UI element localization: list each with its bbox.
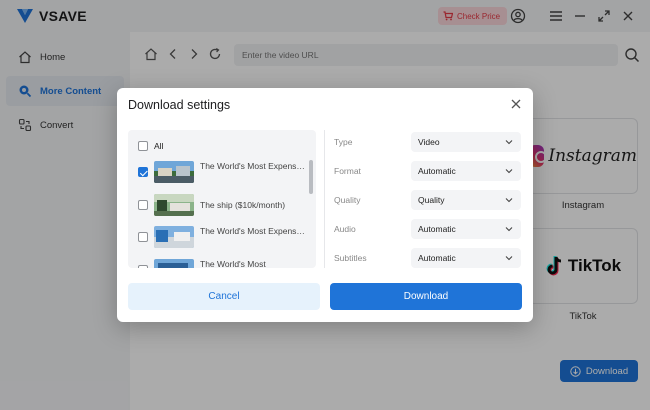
video-thumbnail — [154, 194, 194, 216]
subtitles-select[interactable]: Automatic — [411, 248, 521, 268]
video-title: The ship ($10k/month) — [200, 200, 286, 210]
panel-divider — [324, 130, 325, 268]
video-checkbox-3[interactable] — [138, 232, 148, 242]
list-scrollbar[interactable] — [309, 160, 313, 194]
select-all-checkbox[interactable] — [138, 141, 148, 151]
quality-value: Quality — [418, 195, 445, 205]
video-checkbox-1[interactable] — [138, 167, 148, 177]
cancel-button[interactable]: Cancel — [128, 283, 320, 310]
video-thumbnail — [154, 161, 194, 183]
format-label: Format — [334, 166, 361, 176]
video-title: The World's Most Expensive Gym Membe... — [200, 226, 306, 236]
video-title: The World's Most — [200, 259, 266, 268]
chevron-down-icon — [505, 198, 513, 203]
chevron-down-icon — [505, 227, 513, 232]
subtitles-value: Automatic — [418, 253, 456, 263]
chevron-down-icon — [505, 140, 513, 145]
subtitles-label: Subtitles — [334, 253, 367, 263]
video-list: All The World's Most Expensive Gym Membe… — [128, 130, 316, 268]
type-label: Type — [334, 137, 353, 147]
audio-label: Audio — [334, 224, 356, 234]
video-thumbnail — [154, 259, 194, 268]
download-settings-dialog: Download settings All The World's Most E… — [117, 88, 533, 322]
video-checkbox-2[interactable] — [138, 200, 148, 210]
video-checkbox-4[interactable] — [138, 265, 148, 268]
chevron-down-icon — [505, 169, 513, 174]
video-title: The World's Most Expensive Gym Membe... — [200, 161, 306, 171]
download-button[interactable]: Download — [330, 283, 522, 310]
quality-label: Quality — [334, 195, 361, 205]
video-thumbnail — [154, 226, 194, 248]
format-select[interactable]: Automatic — [411, 161, 521, 181]
select-all-label: All — [154, 141, 164, 151]
dialog-title: Download settings — [128, 98, 231, 112]
close-icon[interactable] — [510, 98, 522, 110]
audio-value: Automatic — [418, 224, 456, 234]
type-value: Video — [418, 137, 440, 147]
chevron-down-icon — [505, 256, 513, 261]
type-select[interactable]: Video — [411, 132, 521, 152]
quality-select[interactable]: Quality — [411, 190, 521, 210]
format-value: Automatic — [418, 166, 456, 176]
audio-select[interactable]: Automatic — [411, 219, 521, 239]
